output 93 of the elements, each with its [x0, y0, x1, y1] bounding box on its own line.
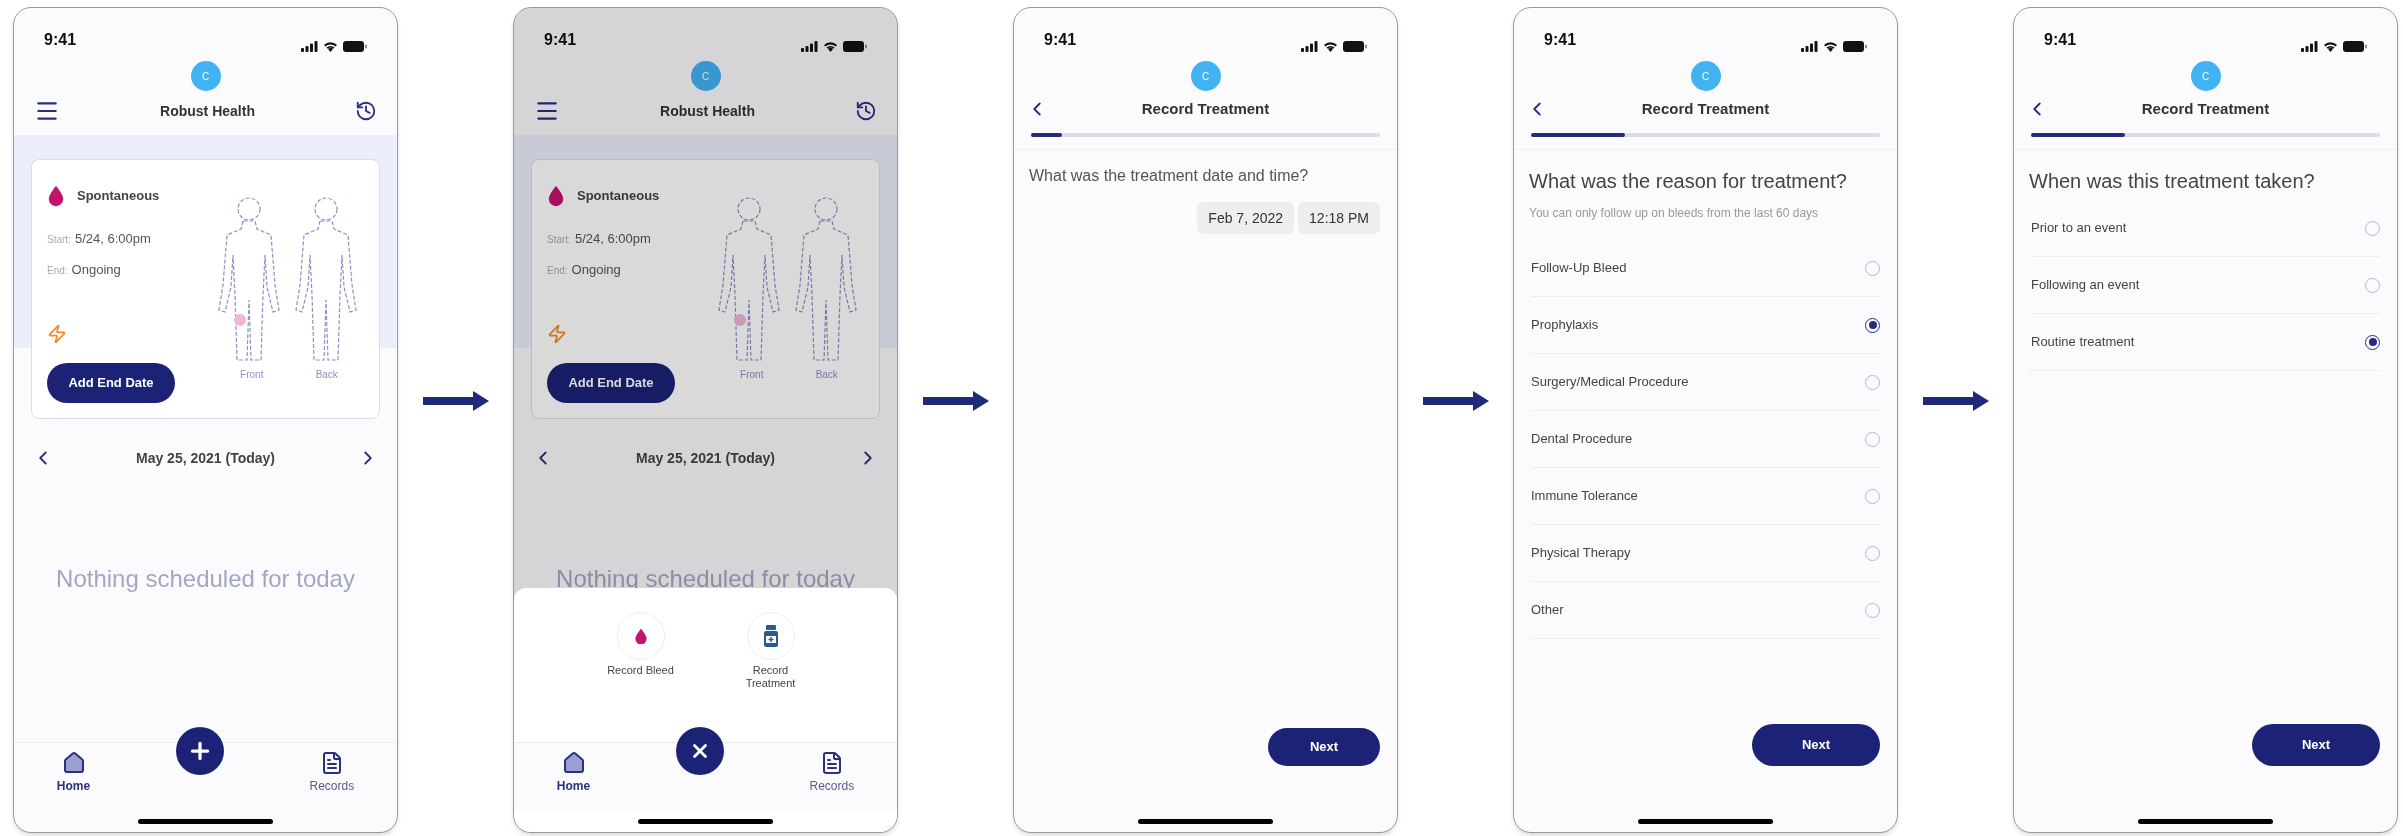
avatar: C [690, 61, 721, 91]
battery-icon [2343, 41, 2367, 52]
right-arrow-icon [1422, 391, 1489, 411]
add-end-date-button[interactable]: Add End Date [47, 363, 175, 403]
wifi-icon [2323, 41, 2338, 52]
time-field[interactable]: 12:18 PM [1298, 202, 1380, 234]
signal-icon [1301, 41, 1318, 52]
date-field[interactable]: Feb 7, 2022 [1197, 202, 1295, 234]
right-arrow-icon [422, 391, 489, 411]
nav-tab[interactable]: Home [56, 751, 91, 795]
status-time: 9:41 [544, 30, 577, 50]
drop-icon [633, 627, 648, 645]
current-date: May 25, 2021 (Today) [136, 448, 275, 468]
avatar: C [1690, 61, 1721, 91]
app-title: Robust Health [660, 101, 755, 121]
status-time: 9:41 [1044, 30, 1077, 50]
empty-message: Nothing scheduled for today [556, 564, 855, 594]
end-label: End: [47, 264, 68, 279]
next-button[interactable]: Next [1752, 724, 1880, 766]
home-icon [61, 751, 86, 775]
option-row[interactable]: Other [1531, 582, 1880, 639]
end-value: Ongoing [71, 261, 121, 280]
wifi-icon [823, 41, 838, 52]
empty-message: Nothing scheduled for today [56, 564, 355, 594]
screen-title: Record Treatment [1141, 98, 1270, 119]
signal-icon [301, 41, 318, 52]
status-time: 9:41 [2044, 30, 2077, 50]
battery-icon [343, 41, 367, 52]
hint-text: You can only follow up on bleeds from the last 60 days [1528, 205, 1820, 222]
wifi-icon [1323, 41, 1338, 52]
add-button[interactable] [175, 727, 224, 775]
wifi-icon [323, 41, 338, 52]
question: What was the treatment date and time? [1028, 166, 1310, 186]
front-label: Front [740, 368, 764, 382]
avatar: C [190, 61, 221, 91]
history-button[interactable] [355, 100, 377, 122]
right-arrow-icon [1922, 391, 1989, 411]
lightning-icon [547, 323, 567, 344]
battery-icon [1843, 41, 1867, 52]
avatar: C [2190, 61, 2221, 91]
drop-icon [47, 185, 65, 207]
status-time: 9:41 [1544, 30, 1577, 50]
start-label: Start: [547, 232, 571, 247]
next-button[interactable]: Next [2252, 724, 2380, 766]
option-row[interactable]: Surgery/Medical Procedure [1531, 354, 1880, 411]
option-row[interactable]: Prophylaxis [1531, 297, 1880, 354]
nav-tab[interactable]: Records [309, 751, 355, 795]
end-label: End: [547, 264, 568, 279]
action-button[interactable]: Record Treatment [730, 612, 811, 691]
end-value: Ongoing [571, 261, 621, 280]
option-row[interactable]: Immune Tolerance [1531, 468, 1880, 525]
front-label: Front [240, 368, 264, 382]
nav-tab[interactable]: Records [809, 751, 855, 795]
avatar: C [1190, 61, 1221, 91]
wifi-icon [1823, 41, 1838, 52]
back-label: Back [815, 368, 838, 382]
question: When was this treatment taken? [2028, 169, 2316, 194]
history-icon [355, 100, 377, 122]
next-button[interactable]: Next [1268, 728, 1380, 766]
option-row[interactable]: Following an event [2031, 257, 2380, 314]
signal-icon [2301, 41, 2318, 52]
start-value: 5/24, 6:00pm [574, 229, 651, 248]
option-row[interactable]: Routine treatment [2031, 314, 2380, 371]
battery-icon [843, 41, 867, 52]
question: What was the reason for treatment? [1528, 169, 1848, 194]
medicine-bottle-icon [763, 625, 778, 647]
lightning-icon [47, 323, 67, 344]
history-button[interactable] [855, 100, 877, 122]
home-icon [561, 751, 586, 775]
current-date: May 25, 2021 (Today) [636, 448, 775, 468]
option-row[interactable]: Dental Procedure [1531, 411, 1880, 468]
battery-icon [1343, 41, 1367, 52]
back-label: Back [315, 368, 338, 382]
screen-title: Record Treatment [1641, 98, 1770, 119]
option-row[interactable]: Prior to an event [2031, 200, 2380, 257]
option-row[interactable]: Follow-Up Bleed [1531, 240, 1880, 297]
action-button[interactable]: Record Bleed [600, 612, 681, 691]
right-arrow-icon [922, 391, 989, 411]
option-row[interactable]: Physical Therapy [1531, 525, 1880, 582]
signal-icon [1801, 41, 1818, 52]
start-value: 5/24, 6:00pm [74, 229, 151, 248]
event-type: Spontaneous [77, 187, 160, 206]
app-title: Robust Health [160, 101, 255, 121]
event-type: Spontaneous [577, 187, 660, 206]
nav-tab[interactable]: Home [556, 751, 591, 795]
status-time: 9:41 [44, 30, 77, 50]
add-end-date-button[interactable]: Add End Date [547, 363, 675, 403]
close-button[interactable] [675, 727, 724, 775]
history-icon [855, 100, 877, 122]
screen-title: Record Treatment [2141, 98, 2270, 119]
start-label: Start: [47, 232, 71, 247]
drop-icon [547, 185, 565, 207]
signal-icon [801, 41, 818, 52]
